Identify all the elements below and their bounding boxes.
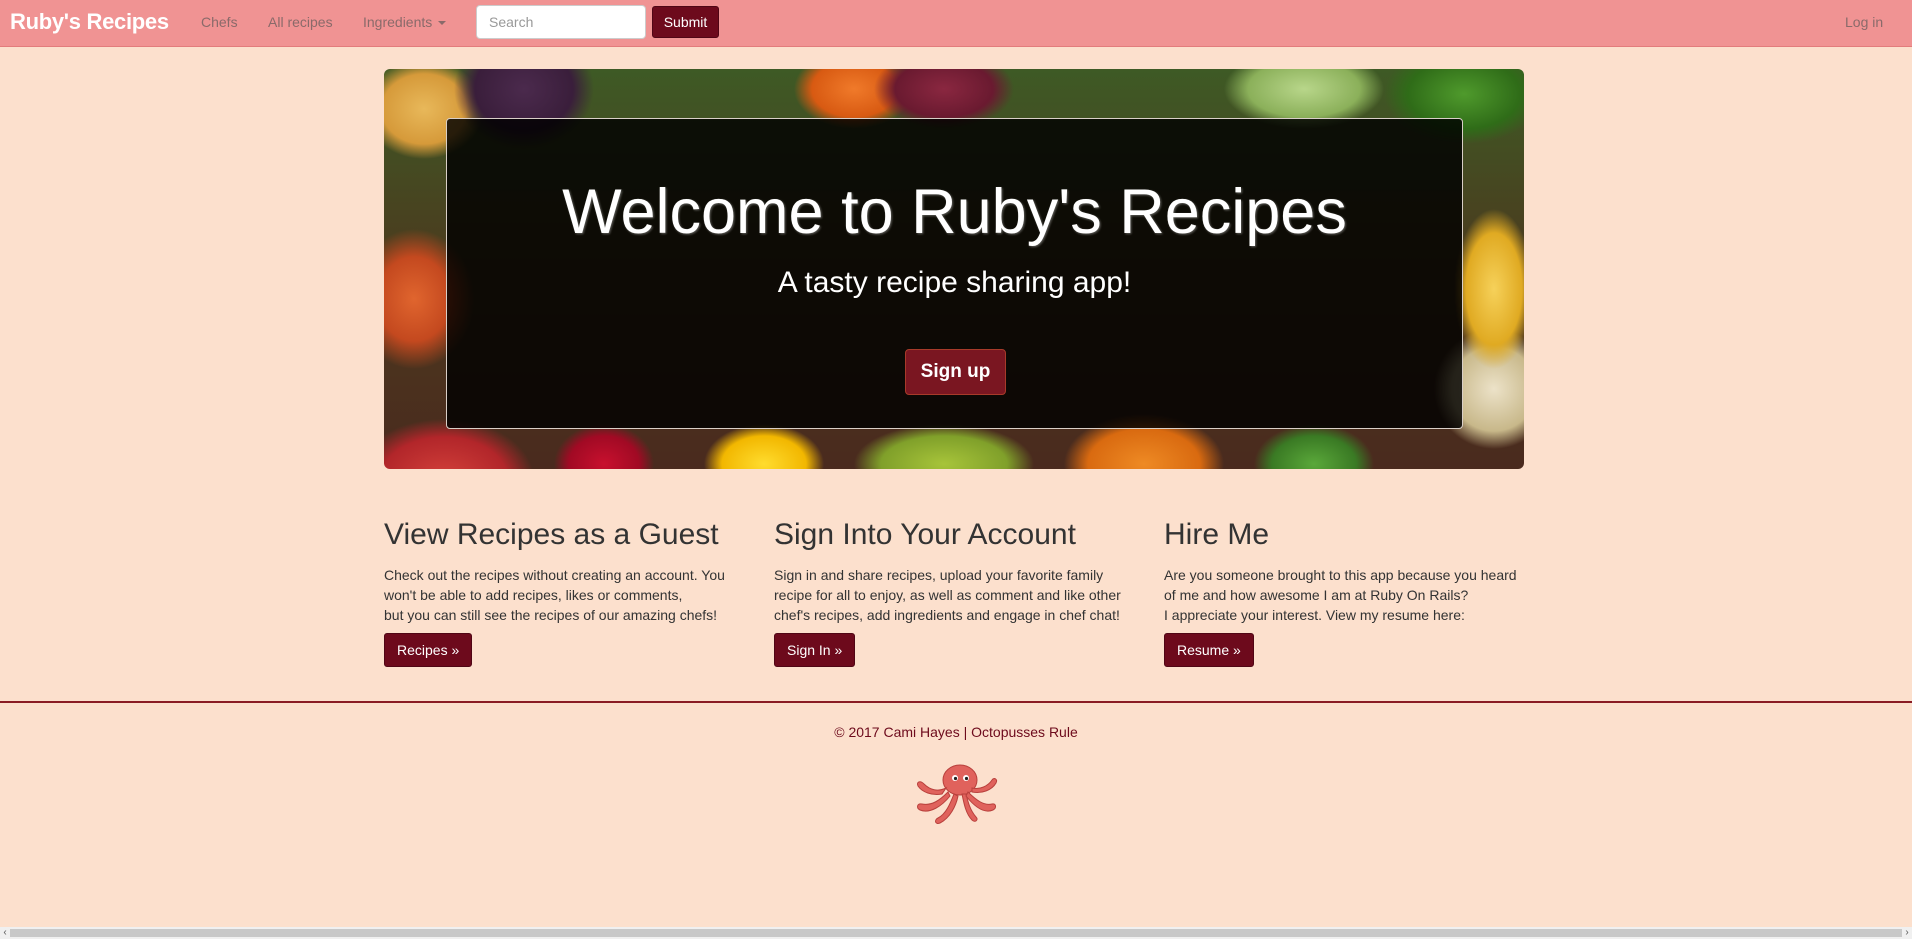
footer-divider bbox=[0, 701, 1912, 703]
navbar: Ruby's Recipes Chefs All recipes Ingredi… bbox=[0, 0, 1912, 47]
column-text: Sign in and share recipes, upload your f… bbox=[774, 565, 1134, 625]
column-heading: Hire Me bbox=[1164, 518, 1270, 551]
nav-link-chefs[interactable]: Chefs bbox=[201, 14, 238, 30]
column-heading: View Recipes as a Guest bbox=[384, 518, 719, 551]
text-line: but you can still see the recipes of our… bbox=[384, 607, 718, 623]
brand-link[interactable]: Ruby's Recipes bbox=[10, 9, 169, 35]
text-line: I appreciate your interest. View my resu… bbox=[1164, 607, 1465, 623]
footer-copyright: © 2017 Cami Hayes | Octopusses Rule bbox=[834, 724, 1078, 740]
login-link[interactable]: Log in bbox=[1845, 14, 1883, 30]
text-line: Sign in and share recipes, upload your f… bbox=[774, 567, 1104, 583]
scroll-left-icon[interactable]: ‹ bbox=[0, 927, 10, 939]
text-line: chef's recipes, add ingredients and enga… bbox=[774, 607, 1120, 623]
recipes-button[interactable]: Recipes » bbox=[384, 633, 473, 667]
column-text: Are you someone brought to this app beca… bbox=[1164, 565, 1524, 625]
column-guest: View Recipes as a Guest Check out the re… bbox=[384, 515, 744, 667]
scroll-right-icon[interactable]: › bbox=[1902, 927, 1912, 939]
nav-dropdown-ingredients-label: Ingredients bbox=[363, 14, 433, 30]
hero-title: Welcome to Ruby's Recipes bbox=[562, 177, 1347, 247]
column-heading: Sign Into Your Account bbox=[774, 518, 1076, 551]
scrollbar-thumb[interactable] bbox=[10, 929, 1902, 937]
horizontal-scrollbar[interactable]: ‹ › bbox=[0, 927, 1912, 939]
search-input[interactable] bbox=[476, 5, 646, 39]
resume-button[interactable]: Resume » bbox=[1164, 633, 1254, 667]
column-sign-in: Sign Into Your Account Sign in and share… bbox=[774, 515, 1134, 667]
submit-button[interactable]: Submit bbox=[652, 6, 719, 38]
text-line: won't be able to add recipes, likes or c… bbox=[384, 587, 683, 603]
hero-overlay-box: Welcome to Ruby's Recipes A tasty recipe… bbox=[446, 118, 1463, 429]
nav-dropdown-ingredients[interactable]: Ingredients bbox=[363, 14, 447, 30]
nav-link-all-recipes[interactable]: All recipes bbox=[268, 14, 333, 30]
octopus-icon bbox=[917, 764, 997, 824]
caret-down-icon bbox=[438, 21, 447, 26]
text-line: Check out the recipes without creating a… bbox=[384, 567, 725, 583]
text-line: recipe for all to enjoy, as well as comm… bbox=[774, 587, 1121, 603]
hero-jumbotron: Welcome to Ruby's Recipes A tasty recipe… bbox=[384, 69, 1524, 469]
column-text: Check out the recipes without creating a… bbox=[384, 565, 744, 625]
sign-in-button[interactable]: Sign In » bbox=[774, 633, 856, 667]
column-hire-me: Hire Me Are you someone brought to this … bbox=[1164, 515, 1524, 667]
text-line: of me and how awesome I am at Ruby On Ra… bbox=[1164, 587, 1469, 603]
signup-button[interactable]: Sign up bbox=[905, 349, 1006, 395]
hero-subtitle: A tasty recipe sharing app! bbox=[777, 266, 1132, 299]
text-line: Are you someone brought to this app beca… bbox=[1164, 567, 1517, 583]
